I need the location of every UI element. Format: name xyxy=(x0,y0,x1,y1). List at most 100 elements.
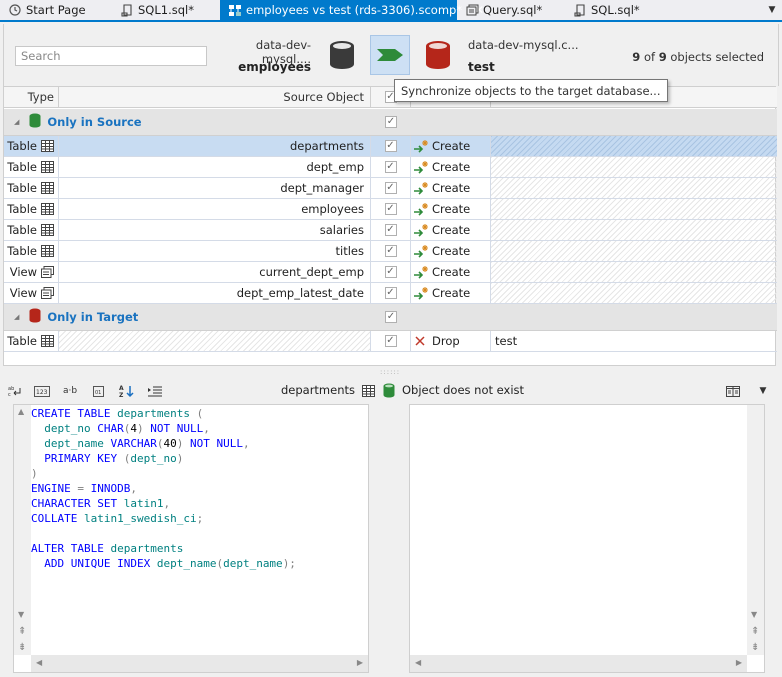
scroll-bottom-icon[interactable]: ⇟ xyxy=(751,642,759,653)
include-checkbox[interactable]: ✓ xyxy=(384,287,397,299)
column-type[interactable]: Type xyxy=(4,87,59,107)
operation-cell[interactable]: Create xyxy=(411,136,491,156)
group-database-icon xyxy=(29,308,41,326)
code-token: , xyxy=(242,437,250,450)
include-checkbox[interactable]: ✓ xyxy=(384,182,397,194)
editor-gutter xyxy=(369,404,409,673)
source-object-cell: employees xyxy=(59,199,371,219)
table-row[interactable]: View current_dept_emp ✓ Create xyxy=(4,262,777,283)
include-checkbox[interactable]: ✓ xyxy=(384,224,397,236)
scroll-down-icon[interactable]: ▼ xyxy=(751,610,757,619)
splitter-handle[interactable]: :::::: xyxy=(380,368,400,376)
sort-button[interactable]: AZ xyxy=(117,382,137,400)
operation-label: Create xyxy=(432,223,471,237)
line-numbers-button[interactable]: 123 xyxy=(32,382,52,400)
table-row[interactable]: Table dept_emp ✓ Create xyxy=(4,157,777,178)
group-header[interactable]: ◢ Only in Target xyxy=(4,304,371,330)
binary-button[interactable]: 01 xyxy=(88,382,108,400)
target-sql-editor[interactable]: ▼ ⇞ ⇟ ◀ ▶ xyxy=(409,404,765,673)
source-horizontal-scrollbar[interactable]: ◀ ▶ xyxy=(31,655,368,672)
scroll-right-icon[interactable]: ▶ xyxy=(357,658,363,667)
word-wrap-button[interactable]: ab c xyxy=(5,382,25,400)
source-object-cell: dept_manager xyxy=(59,178,371,198)
operation-cell[interactable]: Create xyxy=(411,199,491,219)
operation-cell[interactable]: Drop xyxy=(411,331,491,351)
whitespace-button[interactable]: a·b xyxy=(60,382,80,400)
comparison-grid: Type Source Object ✓ ◢ Only in Source ✓ … xyxy=(3,86,777,366)
tab-sql[interactable]: SQL.sql* xyxy=(565,0,665,20)
scroll-top-icon[interactable]: ⇞ xyxy=(18,626,26,637)
table-icon xyxy=(41,203,54,215)
indent-button[interactable] xyxy=(145,382,165,400)
tab-schema-compare[interactable]: employees vs test (rds-3306).scomp* ✕ xyxy=(220,0,484,20)
source-object-cell xyxy=(59,331,371,351)
code-line: ENGINE = INNODB, xyxy=(31,481,296,496)
table-row[interactable]: Table employees ✓ Create xyxy=(4,199,777,220)
include-checkbox[interactable]: ✓ xyxy=(384,245,397,257)
include-checkbox[interactable]: ✓ xyxy=(384,335,397,347)
operation-cell[interactable]: Create xyxy=(411,283,491,303)
code-token: ); xyxy=(282,557,296,570)
table-row[interactable]: Table departments ✓ Create xyxy=(4,136,777,157)
synchronize-button[interactable] xyxy=(370,35,410,75)
scroll-left-icon[interactable]: ◀ xyxy=(36,658,42,667)
group-row[interactable]: ◢ Only in Source ✓ xyxy=(4,109,777,136)
collapse-icon[interactable]: ◢ xyxy=(14,118,19,126)
source-sql-code[interactable]: CREATE TABLE departments ( dept_no CHAR(… xyxy=(31,406,296,571)
search-input[interactable] xyxy=(15,46,207,66)
tab-start-page[interactable]: Start Page xyxy=(0,0,112,20)
scroll-down-icon[interactable]: ▼ xyxy=(18,610,24,619)
tab-sql1[interactable]: SQL1.sql* xyxy=(112,0,220,20)
source-object-cell: dept_emp xyxy=(59,157,371,177)
table-row[interactable]: View dept_emp_latest_date ✓ Create xyxy=(4,283,777,304)
operation-label: Drop xyxy=(432,334,460,348)
target-vertical-scrollbar[interactable]: ▼ ⇞ ⇟ xyxy=(747,405,764,655)
code-token: COLLATE xyxy=(31,512,84,525)
scroll-up-icon[interactable]: ▲ xyxy=(18,407,24,416)
code-line: dept_name VARCHAR(40) NOT NULL, xyxy=(31,436,296,451)
create-icon xyxy=(413,139,429,153)
code-line: ADD UNIQUE INDEX dept_name(dept_name); xyxy=(31,556,296,571)
operation-cell[interactable]: Create xyxy=(411,220,491,240)
options-dropdown[interactable]: ▼ xyxy=(753,382,773,400)
group-row[interactable]: ◢ Only in Target ✓ xyxy=(4,304,777,331)
object-type: Table xyxy=(7,139,37,153)
source-vertical-scrollbar[interactable]: ▲ ▼ ⇞ ⇟ xyxy=(14,405,31,655)
column-source-object[interactable]: Source Object xyxy=(59,87,371,107)
group-checkbox[interactable]: ✓ xyxy=(385,311,397,323)
target-horizontal-scrollbar[interactable]: ◀ ▶ xyxy=(410,655,747,672)
object-type: Table xyxy=(7,223,37,237)
code-line: CREATE TABLE departments ( xyxy=(31,406,296,421)
scroll-left-icon[interactable]: ◀ xyxy=(415,658,421,667)
scroll-bottom-icon[interactable]: ⇟ xyxy=(18,642,26,653)
tab-overflow-dropdown[interactable]: ▼ xyxy=(762,0,782,20)
scroll-right-icon[interactable]: ▶ xyxy=(736,658,742,667)
scroll-top-icon[interactable]: ⇞ xyxy=(751,626,759,637)
operation-cell[interactable]: Create xyxy=(411,178,491,198)
group-header[interactable]: ◢ Only in Source xyxy=(4,109,371,135)
group-checkbox[interactable]: ✓ xyxy=(385,116,397,128)
include-checkbox[interactable]: ✓ xyxy=(384,266,397,278)
group-include-cell: ✓ xyxy=(371,304,411,330)
table-row[interactable]: Table titles ✓ Create xyxy=(4,241,777,262)
operation-cell[interactable]: Create xyxy=(411,157,491,177)
table-icon xyxy=(41,245,54,257)
include-checkbox[interactable]: ✓ xyxy=(384,140,397,152)
collapse-icon[interactable]: ◢ xyxy=(14,313,19,321)
operation-cell[interactable]: Create xyxy=(411,241,491,261)
operation-cell[interactable]: Create xyxy=(411,262,491,282)
include-checkbox[interactable]: ✓ xyxy=(384,203,397,215)
table-row[interactable]: Table dept_manager ✓ Create xyxy=(4,178,777,199)
table-row[interactable]: Table salaries ✓ Create xyxy=(4,220,777,241)
code-token: ( xyxy=(189,407,204,420)
layout-toggle-button[interactable] xyxy=(723,382,743,400)
tab-label: Start Page xyxy=(26,3,86,17)
operation-label: Create xyxy=(432,265,471,279)
source-sql-editor[interactable]: ▲ ▼ ⇞ ⇟ CREATE TABLE departments ( dept_… xyxy=(13,404,369,673)
include-checkbox[interactable]: ✓ xyxy=(384,161,397,173)
tab-query[interactable]: Query.sql* xyxy=(457,0,565,20)
code-token: ENGINE xyxy=(31,482,78,495)
code-token: NOT NULL xyxy=(150,422,204,435)
target-object-cell xyxy=(491,136,777,156)
table-row[interactable]: Table ✓ Drop test xyxy=(4,331,777,352)
